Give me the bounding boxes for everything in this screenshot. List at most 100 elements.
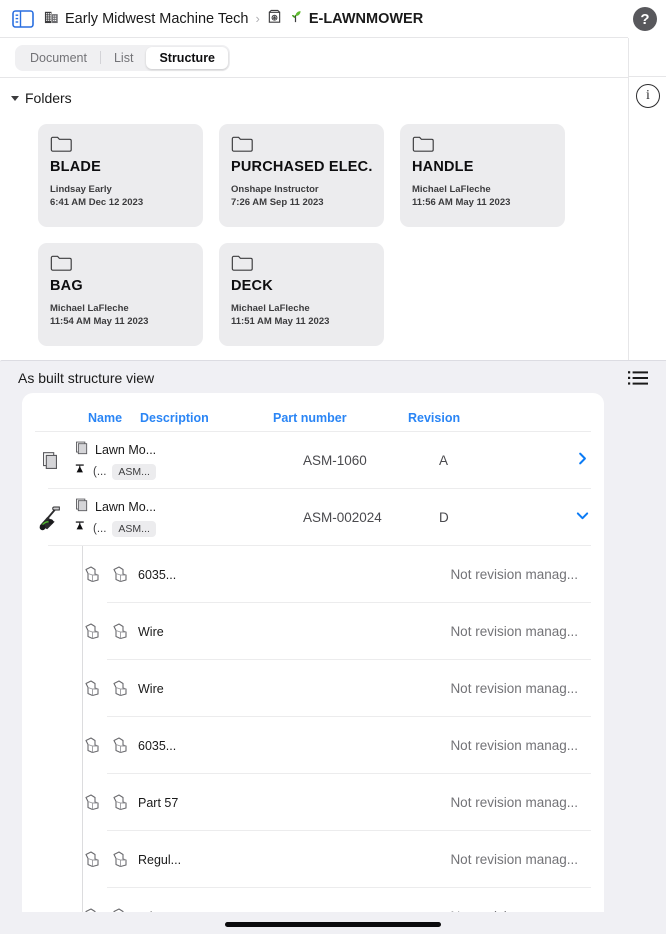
tab-list[interactable]: List — [101, 47, 146, 69]
row-revision: Not revision manag... — [450, 738, 578, 753]
row-revision: Not revision manag... — [450, 795, 578, 810]
table-row[interactable]: 6035... Not revision manag... — [22, 546, 604, 603]
breadcrumb-document-label: E-LAWNMOWER — [308, 10, 424, 27]
sidebar-toggle-icon[interactable] — [12, 9, 34, 28]
lawnmower-thumbnail — [35, 503, 65, 533]
row-revision: Not revision manag... — [450, 567, 578, 582]
column-header-part-number[interactable]: Part number — [273, 411, 408, 425]
list-view-icon[interactable] — [628, 370, 648, 386]
folder-name: BLADE — [50, 159, 101, 175]
tree-guide-line — [82, 774, 83, 831]
building-icon — [44, 9, 59, 28]
breadcrumb: Early Midwest Machine Tech › E-LAWNMOWER — [44, 9, 423, 28]
part-icon — [110, 735, 131, 756]
row-subname: (... — [93, 522, 107, 535]
table-row[interactable]: Lawn Mo... (... ASM... — [22, 489, 604, 546]
tab-document[interactable]: Document — [17, 47, 100, 69]
chevron-down-icon[interactable] — [11, 95, 19, 101]
anchor-icon — [74, 520, 87, 538]
structure-table: Name Description Part number Revision La… — [22, 393, 604, 934]
table-row[interactable]: Regul... Not revision manag... — [22, 831, 604, 888]
part-icon — [82, 792, 103, 813]
row-name-cell: Lawn Mo... (... ASM... — [65, 496, 183, 540]
folder-modified: 6:41 AM Dec 12 2023 — [50, 197, 144, 209]
chevron-down-icon[interactable] — [575, 508, 590, 528]
row-name: Wire — [138, 624, 164, 639]
folder-icon — [50, 254, 72, 271]
row-name-cell: Lawn Mo... (... ASM... — [65, 439, 183, 483]
part-icon — [82, 849, 103, 870]
row-revision: Not revision manag... — [450, 624, 578, 639]
row-revision: D — [439, 510, 449, 525]
breadcrumb-company[interactable]: Early Midwest Machine Tech — [44, 9, 248, 28]
structure-panel-title: As built structure view — [18, 370, 155, 386]
part-icon — [110, 792, 131, 813]
folder-grid: BLADE Lindsay Early 6:41 AM Dec 12 2023 … — [0, 106, 628, 346]
column-header-name[interactable]: Name — [88, 411, 140, 425]
part-icon — [110, 564, 131, 585]
folder-modified: 11:54 AM May 11 2023 — [50, 316, 149, 328]
folder-name: DECK — [231, 278, 273, 294]
tree-guide-line — [82, 546, 83, 603]
tab-structure[interactable]: Structure — [146, 46, 229, 69]
help-icon[interactable]: ? — [633, 7, 657, 31]
table-row[interactable]: Lawn Mo... (... ASM... — [22, 432, 604, 489]
folder-owner: Michael LaFleche — [50, 303, 129, 314]
folder-modified: 11:56 AM May 11 2023 — [412, 197, 511, 209]
row-name: 6035... — [138, 567, 177, 582]
part-icon — [82, 621, 103, 642]
row-revision: Not revision manag... — [450, 852, 578, 867]
folder-card[interactable]: HANDLE Michael LaFleche 11:56 AM May 11 … — [400, 124, 565, 227]
tree-guide-line — [82, 660, 83, 717]
info-icon[interactable]: i — [636, 84, 660, 108]
tree-guide-line — [82, 717, 83, 774]
folder-modified: 11:51 AM May 11 2023 — [231, 316, 330, 328]
sprout-icon — [288, 9, 303, 28]
view-segmented-control: Document List Structure — [15, 44, 231, 71]
breadcrumb-document[interactable]: E-LAWNMOWER — [267, 9, 423, 28]
row-subname: (... — [93, 465, 107, 478]
chevron-right-icon[interactable] — [575, 451, 590, 471]
table-row[interactable]: Part 57 Not revision manag... — [22, 774, 604, 831]
folder-icon — [50, 135, 72, 152]
row-config-badge[interactable]: ASM... — [112, 463, 156, 480]
home-indicator[interactable] — [225, 922, 441, 927]
breadcrumb-company-label: Early Midwest Machine Tech — [65, 10, 249, 27]
folder-owner: Onshape Instructor — [231, 184, 319, 195]
row-part-number: ASM-1060 — [303, 453, 367, 468]
row-config-badge[interactable]: ASM... — [112, 520, 156, 537]
folder-card[interactable]: PURCHASED ELEC... Onshape Instructor 7:2… — [219, 124, 384, 227]
tab-strip: Document List Structure — [0, 38, 628, 78]
rail-divider — [629, 76, 666, 77]
folders-section-header[interactable]: Folders — [0, 79, 628, 106]
document-icon — [267, 9, 282, 28]
folder-card[interactable]: BAG Michael LaFleche 11:54 AM May 11 202… — [38, 243, 203, 346]
folders-content: Folders BLADE Lindsay Early 6:41 AM Dec … — [0, 79, 628, 360]
breadcrumb-separator: › — [255, 11, 260, 26]
folder-card[interactable]: BLADE Lindsay Early 6:41 AM Dec 12 2023 — [38, 124, 203, 227]
part-icon — [82, 735, 103, 756]
part-cube-icon — [74, 497, 89, 517]
folder-owner: Michael LaFleche — [412, 184, 491, 195]
anchor-icon — [74, 463, 87, 481]
row-revision: Not revision manag... — [450, 681, 578, 696]
folder-owner: Lindsay Early — [50, 184, 112, 195]
table-row[interactable]: 6035... Not revision manag... — [22, 717, 604, 774]
folder-card[interactable]: DECK Michael LaFleche 11:51 AM May 11 20… — [219, 243, 384, 346]
tree-guide-line — [82, 831, 83, 888]
part-icon — [82, 678, 103, 699]
structure-bottom-sheet: As built structure view Name Description… — [0, 360, 666, 934]
folder-modified: 7:26 AM Sep 11 2023 — [231, 197, 324, 209]
assembly-cube-icon — [35, 446, 65, 476]
row-name: Lawn Mo... — [95, 442, 157, 457]
part-cube-icon — [74, 440, 89, 460]
folder-icon — [412, 135, 434, 152]
folder-icon — [231, 135, 253, 152]
column-header-description[interactable]: Description — [140, 411, 273, 425]
folders-section-title: Folders — [25, 90, 72, 106]
column-header-revision[interactable]: Revision — [408, 411, 508, 425]
table-row[interactable]: Wire Not revision manag... — [22, 603, 604, 660]
folder-owner: Michael LaFleche — [231, 303, 310, 314]
table-row[interactable]: Wire Not revision manag... — [22, 660, 604, 717]
row-name: Part 57 — [138, 795, 179, 810]
